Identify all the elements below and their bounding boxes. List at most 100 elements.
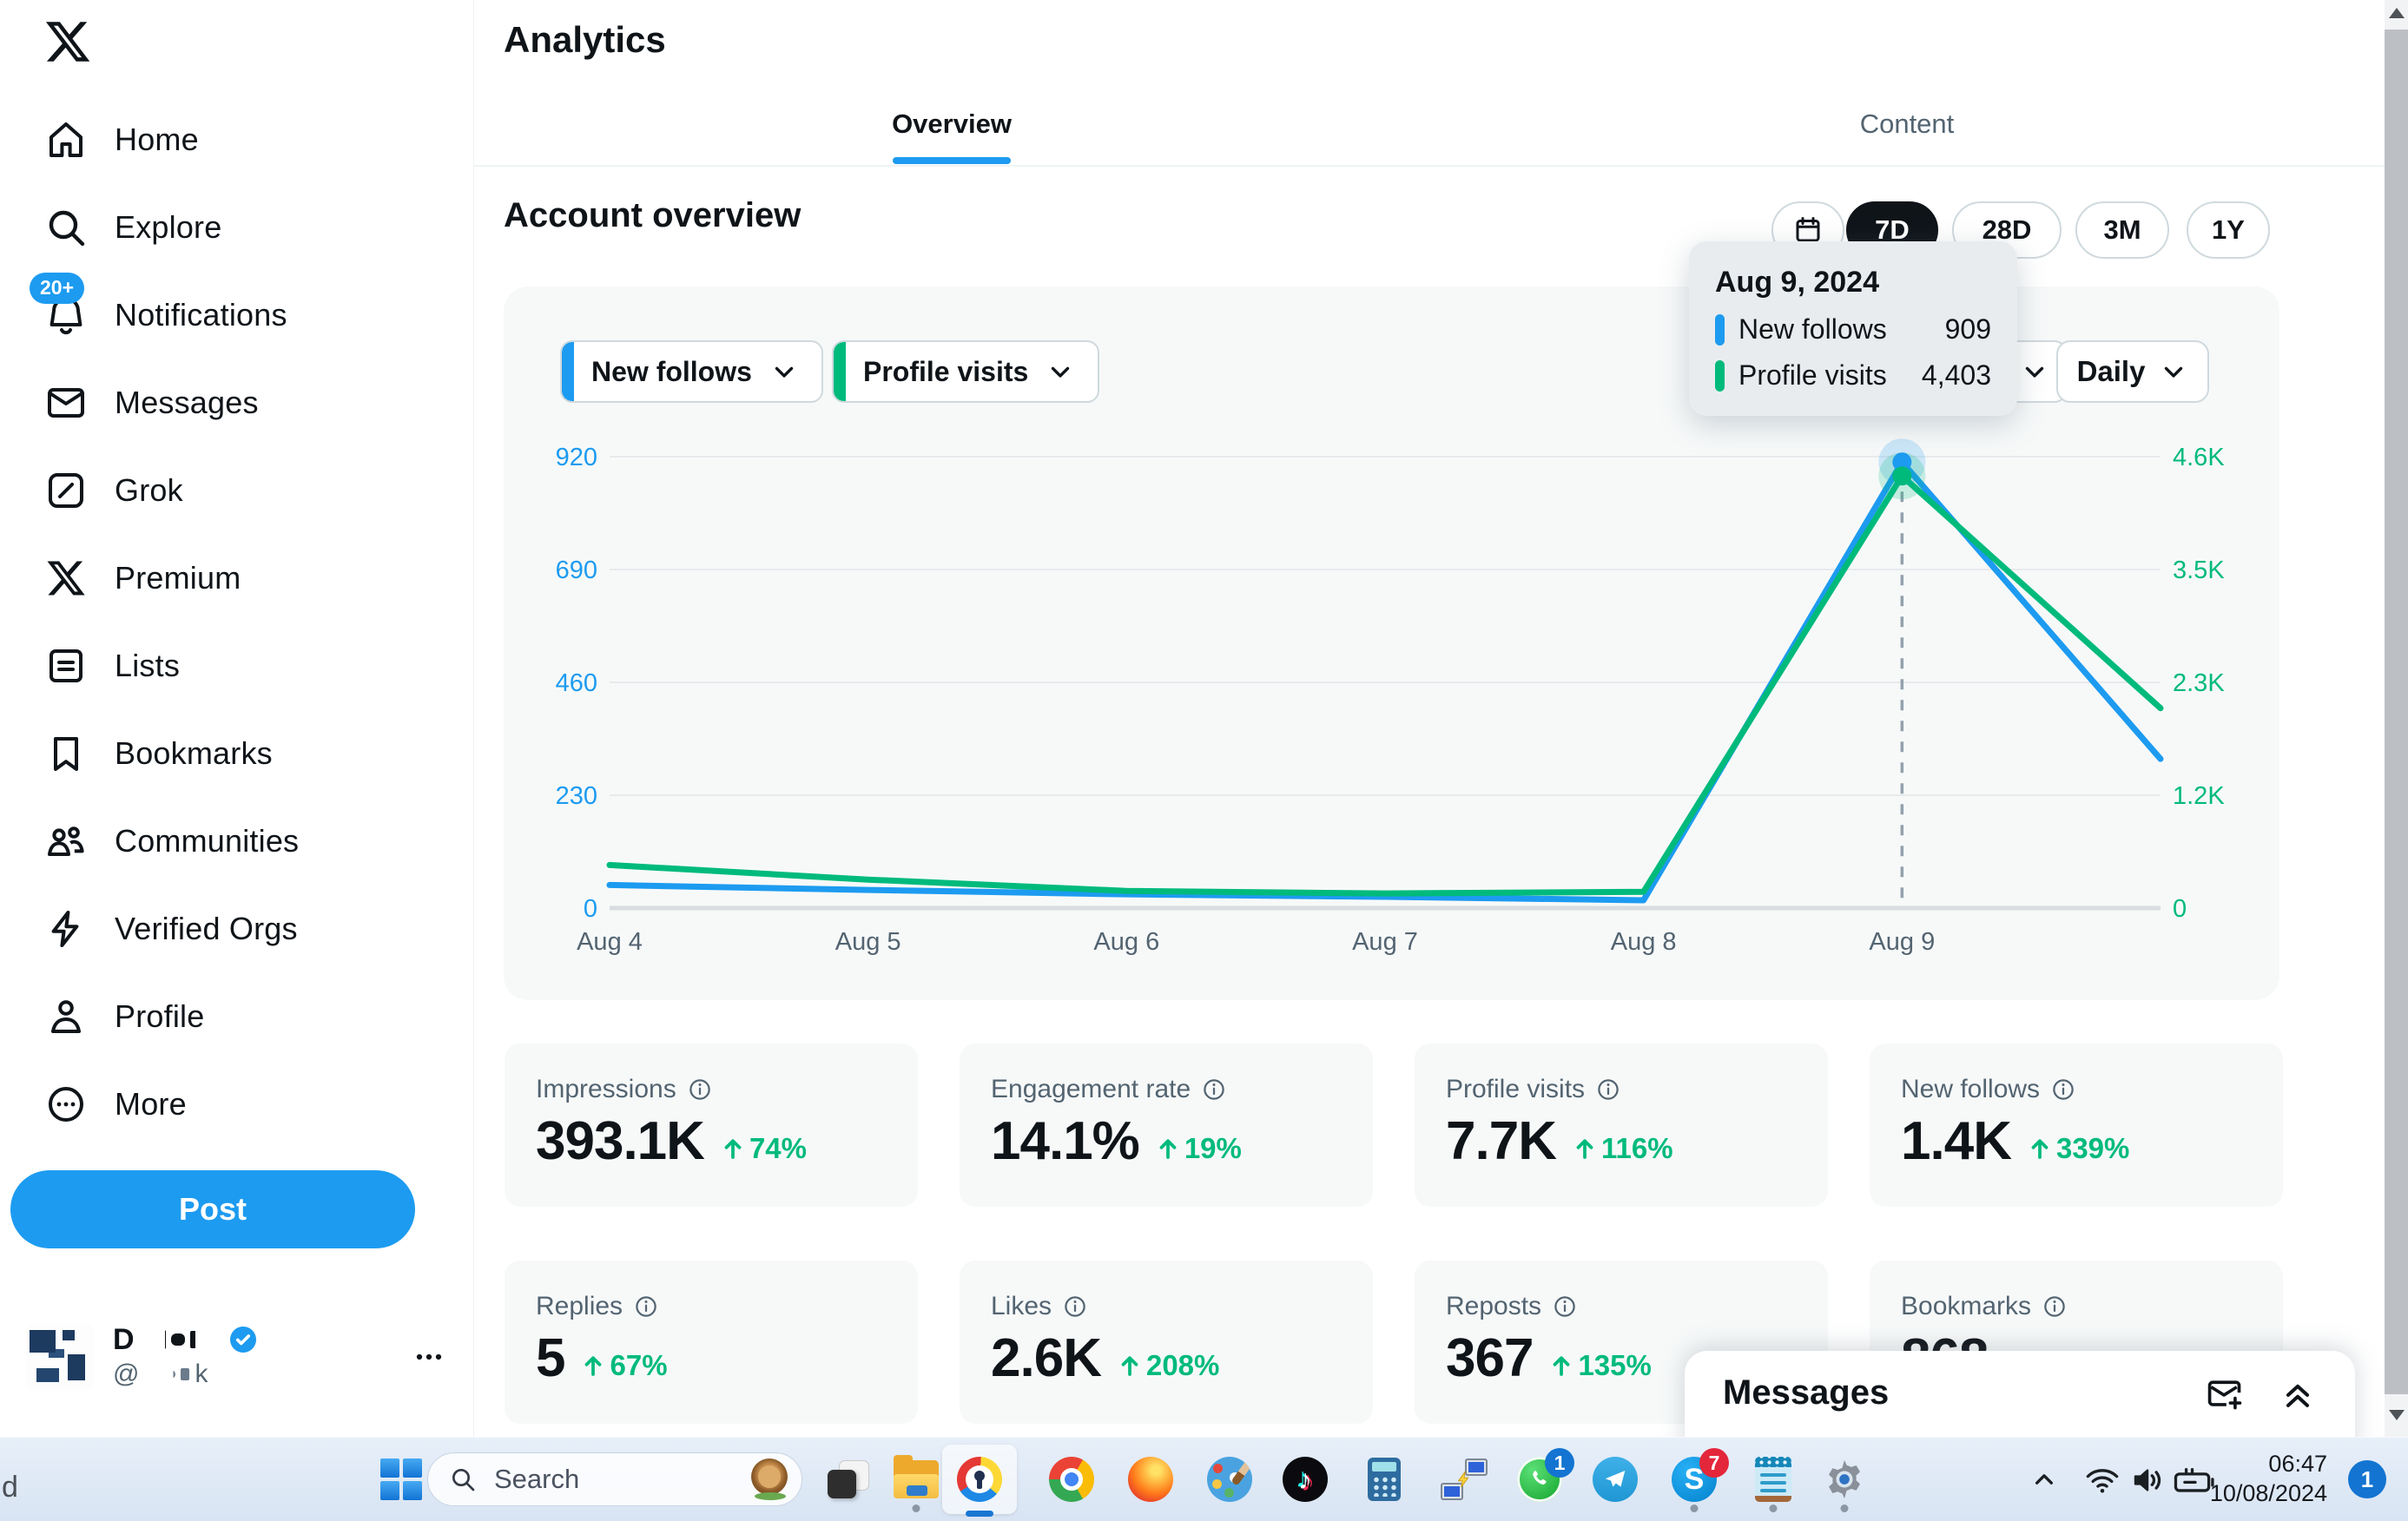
svg-text:1.2K: 1.2K bbox=[2173, 782, 2225, 810]
page-scrollbar[interactable] bbox=[2385, 0, 2408, 1437]
whatsapp-badge: 1 bbox=[1545, 1448, 1574, 1478]
sidebar-item-explore[interactable]: Explore bbox=[0, 183, 473, 271]
start-button[interactable] bbox=[380, 1458, 422, 1500]
taskbar-app-remote-desktop[interactable] bbox=[1441, 1457, 1486, 1502]
sidebar-item-communities[interactable]: Communities bbox=[0, 797, 473, 885]
info-icon[interactable] bbox=[2042, 1294, 2068, 1320]
sidebar-item-label: More bbox=[115, 1086, 187, 1123]
tab-overview[interactable]: Overview bbox=[474, 83, 1429, 165]
running-indicator bbox=[913, 1505, 920, 1512]
lion-search-highlight-icon bbox=[748, 1457, 793, 1502]
sidebar-item-home[interactable]: Home bbox=[0, 95, 473, 183]
range-3m[interactable]: 3M bbox=[2075, 201, 2169, 259]
taskbar-app-settings[interactable] bbox=[1822, 1457, 1867, 1502]
account-more-icon[interactable] bbox=[410, 1338, 448, 1376]
running-indicator bbox=[1770, 1505, 1778, 1512]
metric-delta: 67% bbox=[580, 1349, 667, 1386]
taskbar-app-tiktok[interactable]: ♪ bbox=[1283, 1457, 1328, 1502]
wifi-icon[interactable] bbox=[2084, 1462, 2121, 1498]
calculator-icon bbox=[1362, 1458, 1407, 1503]
sidebar-item-bookmarks[interactable]: Bookmarks bbox=[0, 709, 473, 797]
taskbar-app-file-explorer[interactable] bbox=[894, 1457, 939, 1502]
new-message-icon[interactable] bbox=[2206, 1375, 2244, 1413]
tab-bar: Overview Content bbox=[474, 83, 2385, 165]
taskbar-app-whatsapp[interactable]: 1 bbox=[1517, 1457, 1562, 1502]
scroll-up-arrow-icon[interactable] bbox=[2389, 8, 2405, 18]
account-switcher[interactable]: D k @ k bbox=[12, 1309, 462, 1405]
sidebar-item-profile[interactable]: Profile bbox=[0, 972, 473, 1060]
sidebar-item-label: Premium bbox=[115, 560, 241, 596]
sidebar-item-verified-orgs[interactable]: Verified Orgs bbox=[0, 885, 473, 972]
sidebar-nav: HomeExplore Notifications 20+ MessagesGrok P… bbox=[0, 95, 473, 1148]
sidebar-item-premium[interactable]: Premium bbox=[0, 534, 473, 622]
metric-delta: 19% bbox=[1155, 1132, 1242, 1169]
sidebar-item-notifications[interactable]: Notifications 20+ bbox=[0, 271, 473, 359]
info-icon[interactable] bbox=[687, 1077, 713, 1103]
info-icon[interactable] bbox=[1595, 1077, 1621, 1103]
taskbar-app-security-browser[interactable] bbox=[957, 1457, 1002, 1502]
scrollbar-thumb[interactable] bbox=[2385, 30, 2408, 1394]
svg-text:Aug 5: Aug 5 bbox=[835, 928, 901, 956]
person-icon bbox=[45, 996, 87, 1037]
info-icon[interactable] bbox=[1552, 1294, 1578, 1320]
sidebar-item-label: Notifications bbox=[115, 297, 287, 333]
post-button[interactable]: Post bbox=[10, 1170, 415, 1248]
chevron-down-icon bbox=[2020, 357, 2049, 386]
granularity-dropdown[interactable]: Daily bbox=[2056, 340, 2209, 403]
taskbar-search[interactable]: Search bbox=[427, 1452, 802, 1506]
chrome-icon bbox=[1049, 1457, 1094, 1502]
metric-delta: 339% bbox=[2027, 1132, 2129, 1169]
tooltip-date: Aug 9, 2024 bbox=[1715, 266, 1991, 300]
tooltip-row: New follows909 bbox=[1715, 313, 1991, 346]
expand-panel-icon[interactable] bbox=[2279, 1375, 2317, 1413]
taskbar-app-task-view[interactable] bbox=[826, 1457, 871, 1502]
search-placeholder: Search bbox=[494, 1464, 579, 1495]
taskbar-app-firefox[interactable] bbox=[1128, 1457, 1173, 1502]
series-color-accent bbox=[834, 342, 846, 401]
info-icon[interactable] bbox=[1062, 1294, 1088, 1320]
envelope-icon bbox=[45, 382, 87, 424]
sidebar-item-grok[interactable]: Grok bbox=[0, 446, 473, 534]
page-title: Analytics bbox=[504, 19, 666, 61]
svg-text:920: 920 bbox=[556, 444, 597, 471]
sidebar-item-label: Lists bbox=[115, 648, 180, 684]
skype-badge: 7 bbox=[1699, 1448, 1729, 1478]
sidebar-item-messages[interactable]: Messages bbox=[0, 359, 473, 446]
taskbar-app-telegram[interactable] bbox=[1593, 1457, 1638, 1502]
info-icon[interactable] bbox=[633, 1294, 659, 1320]
chart-tooltip: Aug 9, 2024 New follows909 Profile visits… bbox=[1689, 241, 2017, 416]
series-selector-new-follows[interactable]: New follows bbox=[560, 340, 823, 403]
remote-desktop-icon bbox=[1441, 1457, 1486, 1502]
metric-value: 2.6K bbox=[991, 1332, 1101, 1386]
taskbar-app-calculator[interactable] bbox=[1362, 1457, 1407, 1502]
sidebar-item-more[interactable]: More bbox=[0, 1060, 473, 1148]
info-icon[interactable] bbox=[1201, 1077, 1227, 1103]
tray-chevron-up-icon[interactable] bbox=[2027, 1462, 2062, 1497]
telegram-icon bbox=[1593, 1457, 1638, 1502]
chevron-down-icon bbox=[769, 357, 799, 386]
svg-text:3.5K: 3.5K bbox=[2173, 556, 2225, 584]
info-icon[interactable] bbox=[2050, 1077, 2076, 1103]
taskbar-app-notepad[interactable] bbox=[1751, 1457, 1796, 1502]
metric-label: Likes bbox=[991, 1292, 1052, 1321]
volume-icon[interactable] bbox=[2129, 1462, 2166, 1498]
svg-text:460: 460 bbox=[556, 669, 597, 697]
notifications-count-badge: 20+ bbox=[30, 273, 84, 304]
notification-count-badge[interactable]: 1 bbox=[2348, 1460, 2386, 1498]
svg-text:2.3K: 2.3K bbox=[2173, 669, 2225, 697]
metric-value: 5 bbox=[536, 1332, 564, 1386]
metric-delta: 135% bbox=[1548, 1349, 1651, 1386]
tray-clock[interactable]: 06:47 10/08/2024 bbox=[2192, 1449, 2327, 1508]
tooltip-row: Profile visits4,403 bbox=[1715, 359, 1991, 392]
range-1y[interactable]: 1Y bbox=[2187, 201, 2270, 259]
x-logo[interactable] bbox=[43, 17, 92, 66]
taskbar-app-paint[interactable] bbox=[1207, 1457, 1252, 1502]
series-selector-profile-visits[interactable]: Profile visits bbox=[832, 340, 1099, 403]
sidebar-item-lists[interactable]: Lists bbox=[0, 622, 473, 709]
metric-delta: 116% bbox=[1572, 1132, 1673, 1169]
tab-content[interactable]: Content bbox=[1429, 83, 2385, 165]
taskbar-app-skype[interactable]: S7 bbox=[1672, 1457, 1717, 1502]
taskbar-app-chrome[interactable] bbox=[1049, 1457, 1094, 1502]
active-tab-indicator bbox=[893, 157, 1011, 164]
scroll-down-arrow-icon[interactable] bbox=[2389, 1410, 2405, 1420]
